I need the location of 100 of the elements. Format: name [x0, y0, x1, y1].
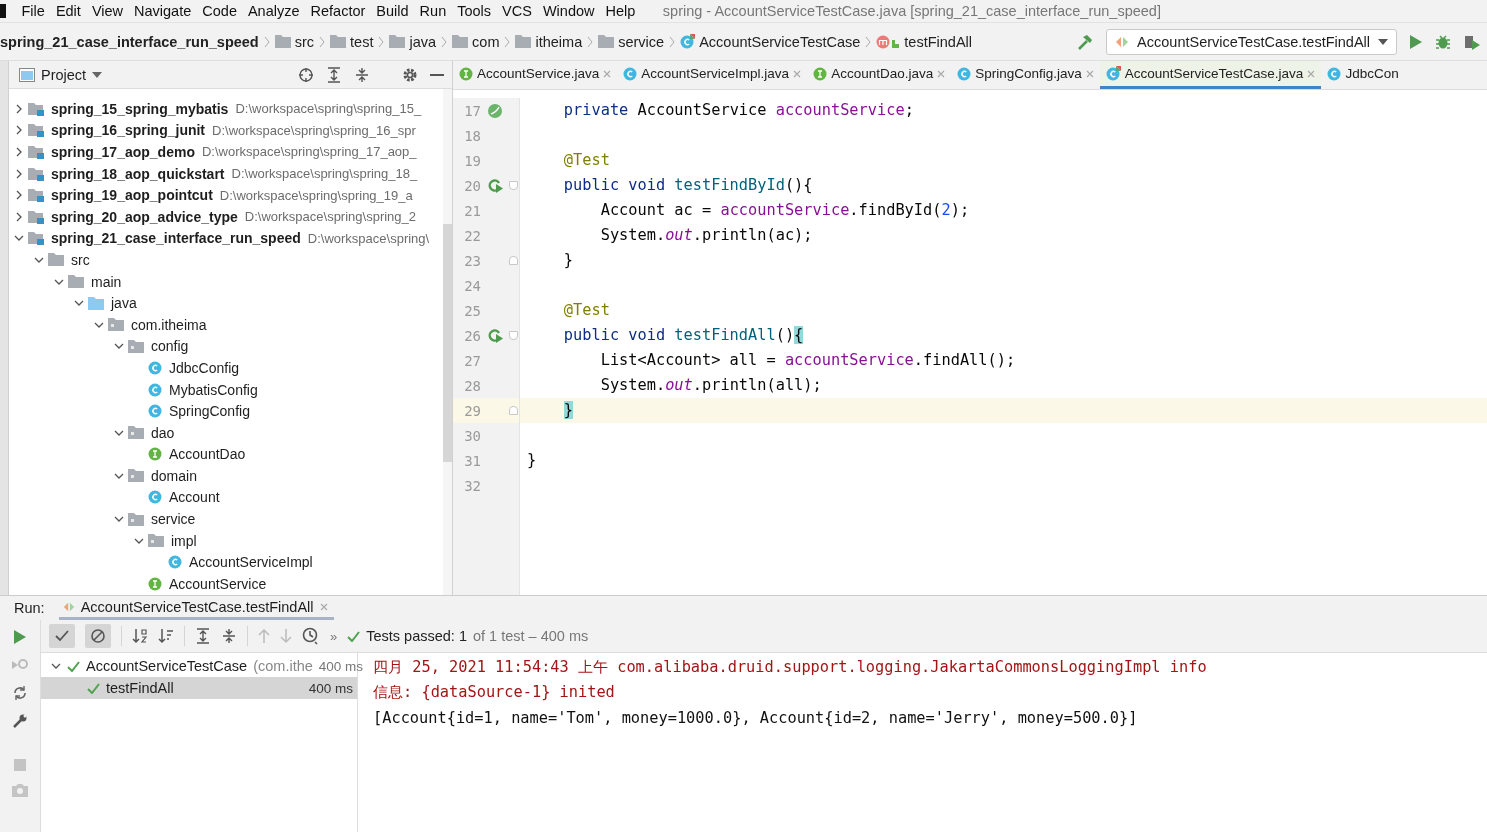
tree-item[interactable]: service — [151, 511, 196, 528]
caret-icon[interactable] — [92, 71, 103, 78]
collapse-all-icon[interactable] — [354, 66, 370, 83]
tree-item[interactable]: spring_21_case_interface_run_speed — [51, 230, 301, 247]
expand-all-icon[interactable] — [195, 628, 211, 644]
menu-item[interactable]: Edit — [50, 3, 87, 19]
line-number: 26 — [463, 327, 481, 344]
tree-item[interactable]: AccountService — [169, 575, 267, 592]
sort-by-duration-icon[interactable] — [158, 628, 174, 644]
minimize-icon[interactable] — [430, 72, 444, 77]
collapse-all-icon[interactable] — [221, 628, 237, 644]
editor-tab[interactable]: AccountServiceImpl.java — [617, 61, 808, 89]
chevron-right-icon[interactable] — [14, 211, 24, 222]
show-passed-toggle[interactable] — [49, 624, 75, 648]
tree-item[interactable]: impl — [171, 532, 197, 549]
locate-icon[interactable] — [298, 66, 314, 83]
menu-item[interactable]: File — [16, 3, 51, 19]
tree-item[interactable]: spring_16_spring_junit — [51, 122, 206, 139]
settings-icon[interactable] — [402, 66, 418, 83]
breadcrumb[interactable]: spring_21_case_interface_run_speed — [0, 33, 259, 50]
tree-item[interactable]: AccountDao — [169, 446, 246, 463]
menu-item[interactable]: VCS — [496, 3, 538, 19]
line-number: 29 — [463, 402, 481, 419]
tree-item[interactable]: spring_17_aop_demo — [51, 144, 195, 160]
chevron-right-icon[interactable] — [14, 103, 24, 114]
module-folder-icon — [28, 123, 44, 138]
code-token: } — [563, 401, 574, 419]
fold-marker[interactable] — [509, 331, 518, 340]
chevron-right-icon[interactable] — [14, 190, 24, 201]
chevron-right-icon[interactable] — [14, 168, 24, 179]
tree-item[interactable]: java — [111, 295, 137, 312]
test-item[interactable]: testFindAll — [106, 680, 174, 696]
chevron-right-icon[interactable] — [14, 147, 24, 157]
tree-item[interactable]: spring_18_aop_quickstart — [51, 165, 225, 182]
fold-marker[interactable] — [509, 256, 518, 265]
breadcrumb[interactable]: com — [472, 33, 500, 50]
menu-item[interactable]: Analyze — [242, 3, 306, 19]
toggle-auto-test-icon[interactable] — [12, 685, 28, 701]
menu-item[interactable]: Refactor — [305, 3, 371, 19]
editor-tab[interactable]: JdbcCon — [1321, 61, 1405, 89]
show-ignored-toggle[interactable] — [85, 624, 111, 648]
editor-tab[interactable]: AccountDao.java — [807, 61, 952, 89]
tree-item[interactable]: JdbcConfig — [169, 359, 240, 376]
line-number: 17 — [463, 102, 481, 119]
tree-item[interactable]: com.itheima — [131, 316, 207, 333]
breadcrumb[interactable]: src — [294, 33, 315, 50]
tree-item[interactable]: Account — [169, 489, 220, 506]
menu-item[interactable]: Tools — [451, 3, 497, 19]
menu-item[interactable]: Navigate — [128, 3, 197, 19]
tree-item[interactable]: spring_15_spring_mybatis — [51, 100, 229, 117]
breadcrumb[interactable]: testFindAll — [904, 33, 973, 50]
menu-item[interactable]: Help — [600, 3, 641, 19]
editor-tab[interactable]: SpringConfig.java — [951, 61, 1100, 89]
tree-item[interactable]: MybatisConfig — [169, 381, 258, 398]
editor-tab[interactable]: AccountService.java — [453, 61, 618, 89]
wrench-icon[interactable] — [12, 713, 28, 729]
run-config-dropdown[interactable]: AccountServiceTestCase.testFindAll — [1106, 28, 1397, 55]
test-item[interactable]: AccountServiceTestCase — [86, 658, 248, 674]
run-test-icon[interactable] — [486, 327, 504, 344]
editor-tab[interactable]: AccountServiceTestCase.java — [1099, 61, 1322, 89]
breadcrumb[interactable]: AccountServiceTestCase — [699, 33, 861, 50]
history-icon[interactable] — [302, 627, 320, 645]
breadcrumb[interactable]: java — [409, 33, 437, 50]
hammer-icon[interactable] — [1076, 32, 1095, 51]
tree-item[interactable]: src — [71, 251, 90, 268]
menu-item[interactable]: Code — [196, 3, 243, 19]
module-folder-icon — [28, 188, 44, 203]
line-number: 27 — [463, 352, 481, 369]
fold-marker[interactable] — [509, 181, 518, 190]
breadcrumb[interactable]: itheima — [535, 33, 583, 50]
run-icon[interactable] — [1409, 33, 1423, 50]
code-token: .findById( — [849, 201, 942, 219]
tree-item[interactable]: spring_20_aop_advice_type — [51, 208, 238, 225]
tree-item[interactable]: dao — [151, 424, 175, 441]
tree-item[interactable]: SpringConfig — [169, 403, 250, 420]
scrollbar-thumb[interactable] — [443, 224, 452, 462]
module-folder-icon — [28, 145, 44, 159]
breadcrumb[interactable]: service — [618, 33, 665, 50]
expand-all-icon[interactable] — [326, 66, 342, 83]
sort-alphabetically-icon[interactable] — [132, 628, 148, 644]
bug-icon[interactable] — [1435, 33, 1451, 50]
run-icon[interactable] — [13, 629, 27, 645]
panel-title[interactable]: Project — [41, 66, 87, 83]
run-test-icon[interactable] — [486, 177, 504, 194]
tree-item[interactable]: domain — [151, 467, 197, 484]
code-token: } — [527, 451, 537, 469]
menu-item[interactable]: Run — [414, 3, 452, 19]
fold-marker[interactable] — [509, 406, 518, 415]
tree-item[interactable]: AccountServiceImpl — [189, 554, 313, 571]
tree-item[interactable]: config — [151, 338, 189, 355]
chevron-down-icon[interactable] — [51, 661, 61, 671]
tree-item[interactable]: main — [91, 273, 122, 290]
breadcrumb[interactable]: test — [350, 33, 374, 50]
more-button[interactable]: » — [330, 628, 338, 644]
chevron-right-icon[interactable] — [14, 125, 24, 136]
menu-item[interactable]: Build — [370, 3, 415, 19]
tree-item[interactable]: spring_19_aop_pointcut — [51, 187, 213, 204]
coverage-icon[interactable] — [1463, 33, 1481, 50]
menu-item[interactable]: View — [86, 3, 129, 19]
menu-item[interactable]: Window — [537, 3, 600, 19]
